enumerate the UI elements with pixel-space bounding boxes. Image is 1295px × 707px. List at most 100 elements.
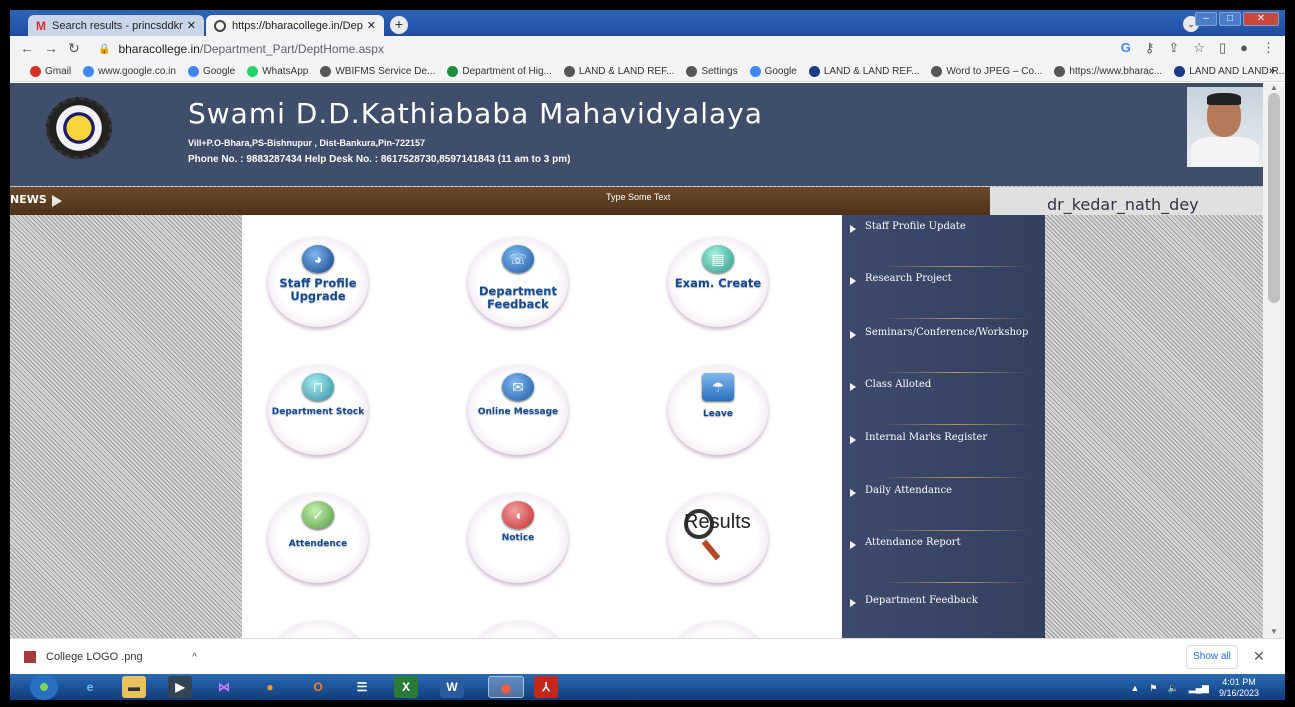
scrollbar-thumb[interactable] — [1268, 93, 1280, 303]
tile-label: Exam. Create — [674, 276, 762, 290]
tile-staff-profile-upgrade[interactable]: ◕ Staff Profile Upgrade — [268, 237, 368, 327]
chevron-up-icon[interactable]: ^ — [192, 652, 197, 663]
downloads-bar: College LOGO .png ^ Show all ✕ — [10, 638, 1285, 674]
menu-item[interactable]: Staff Profile Update — [842, 215, 1045, 267]
bookmark-item[interactable]: Gmail — [30, 66, 71, 77]
globe-icon — [214, 19, 226, 32]
menu-item[interactable]: Research Project — [842, 267, 1045, 319]
bookmark-label: Google — [202, 66, 236, 77]
bookmarks-overflow[interactable]: » — [1269, 65, 1275, 77]
menu-item[interactable]: Class Alloted — [842, 373, 1045, 425]
close-downloads-icon[interactable]: ✕ — [1253, 648, 1265, 665]
show-all-button[interactable]: Show all — [1186, 645, 1238, 669]
maximize-button[interactable]: □ — [1219, 12, 1241, 26]
internet-explorer-icon[interactable]: e — [78, 676, 102, 698]
tile-partial-2[interactable] — [468, 621, 568, 638]
tile-exam-create[interactable]: ▤ Exam. Create — [668, 237, 768, 327]
menu-item[interactable]: Department Feedback — [842, 589, 1045, 638]
tile-leave[interactable]: ☂ Leave — [668, 365, 768, 455]
tile-partial-3[interactable] — [668, 621, 768, 638]
tile-department-feedback[interactable]: ☏ Department Feedback — [468, 237, 568, 327]
star-icon[interactable]: ☆ — [1193, 40, 1205, 56]
minimize-button[interactable]: – — [1195, 12, 1217, 26]
taskbar: e ▬ ▶ ⋈ ● O ☰ X W ◉ ⅄ ▲ ⚑ 🔈 ▂▄▆ 4:01 PM … — [10, 674, 1285, 700]
side-panel-icon[interactable]: ▯ — [1219, 40, 1226, 56]
clock[interactable]: 4:01 PM 9/16/2023 — [1219, 677, 1259, 699]
reload-icon[interactable]: ↻ — [68, 40, 80, 57]
bookmark-item[interactable]: LAND & LAND REF... — [808, 66, 919, 77]
bookmark-item[interactable]: https://www.bharac... — [1054, 66, 1162, 77]
tile-attendence[interactable]: ✓ Attendence — [268, 493, 368, 583]
bookmark-item[interactable]: Google — [187, 66, 236, 77]
menu-arrow-icon — [850, 599, 856, 607]
bookmark-label: Google — [764, 66, 797, 77]
file-explorer-icon[interactable]: ▬ — [122, 676, 146, 698]
acrobat-icon[interactable]: ⅄ — [534, 676, 558, 698]
bookmark-item[interactable]: Google — [749, 66, 797, 77]
tile-label: Leave — [703, 409, 733, 419]
cloud-icon — [1174, 66, 1186, 77]
tab-bharacollege[interactable]: https://bharacollege.in/Departm ✕ — [206, 15, 384, 36]
share-icon[interactable]: ⇪ — [1168, 40, 1179, 56]
visual-studio-icon[interactable]: ⋈ — [212, 676, 236, 698]
bookmark-item[interactable]: Settings — [686, 66, 738, 77]
calculator-icon[interactable]: ☰ — [350, 676, 374, 698]
network-icon[interactable]: ▂▄▆ — [1189, 683, 1209, 694]
window-close-button[interactable]: ✕ — [1243, 12, 1279, 26]
college-name: Swami D.D.Kathiababa Mahavidyalaya — [188, 97, 763, 130]
menu-label: Daily Attendance — [865, 485, 952, 496]
close-icon[interactable]: ✕ — [187, 19, 196, 32]
tile-results[interactable]: Results — [668, 493, 768, 583]
page-scrollbar[interactable]: ▲ ▼ — [1263, 83, 1285, 638]
tile-department-stock[interactable]: ⊓ Department Stock — [268, 365, 368, 455]
tile-notice[interactable]: ◖ Notice — [468, 493, 568, 583]
firefox-icon[interactable]: ● — [258, 676, 282, 698]
excel-icon[interactable]: X — [394, 676, 418, 698]
menu-icon[interactable]: ⋮ — [1262, 40, 1275, 56]
bookmark-item[interactable]: WBIFMS Service De... — [320, 66, 435, 77]
bookmark-item[interactable]: LAND & LAND REF... — [563, 66, 674, 77]
google-icon — [749, 66, 761, 77]
back-icon[interactable]: ← — [20, 40, 34, 56]
volume-icon[interactable]: 🔈 — [1168, 683, 1179, 694]
close-icon[interactable]: ✕ — [367, 19, 376, 32]
chrome-icon[interactable]: ◉ — [488, 676, 524, 698]
menu-item[interactable]: Attendance Report — [842, 531, 1045, 583]
scroll-down-icon[interactable]: ▼ — [1270, 627, 1278, 636]
forward-icon[interactable]: → — [44, 40, 58, 56]
start-button[interactable] — [30, 674, 58, 700]
feedback-icon: ☏ — [502, 245, 534, 273]
menu-item[interactable]: Seminars/Conference/Workshop — [842, 321, 1045, 373]
scroll-up-icon[interactable]: ▲ — [1270, 83, 1278, 92]
college-logo — [46, 97, 112, 159]
bookmark-label: Settings — [701, 66, 738, 77]
bookmark-item[interactable]: Word to JPEG – Co... — [931, 66, 1042, 77]
tile-partial-1[interactable] — [268, 621, 368, 638]
opera-icon[interactable]: O — [306, 676, 330, 698]
download-item[interactable]: College LOGO .png ^ — [22, 645, 197, 669]
bookmark-item[interactable]: www.google.co.in — [83, 66, 176, 77]
menu-item[interactable]: Internal Marks Register — [842, 426, 1045, 478]
bookmark-item[interactable]: Department of Hig... — [447, 66, 552, 77]
tile-online-message[interactable]: ✉ Online Message — [468, 365, 568, 455]
clock-date: 9/16/2023 — [1218, 688, 1259, 698]
tile-label: Staff Profile Upgrade — [279, 276, 357, 304]
google-lens-icon[interactable]: G — [1121, 40, 1131, 56]
tab-search-results[interactable]: M Search results - princsddkm@gm ✕ — [28, 15, 204, 36]
media-player-icon[interactable]: ▶ — [168, 676, 192, 698]
results-magnifier-icon: Results — [678, 505, 758, 565]
profile-avatar-icon[interactable]: ● — [1240, 40, 1248, 56]
menu-item[interactable]: Daily Attendance — [842, 479, 1045, 531]
menu-separator — [882, 424, 1032, 425]
tray-arrow-icon[interactable]: ▲ — [1131, 683, 1140, 693]
address-bar[interactable]: 🔒 bharacollege.in/Department_Part/DeptHo… — [98, 39, 1088, 59]
word-icon[interactable]: W — [440, 676, 464, 698]
flag-icon[interactable]: ⚑ — [1149, 683, 1157, 694]
gear-icon — [686, 66, 698, 77]
menu-separator — [882, 318, 1032, 319]
menu-label: Internal Marks Register — [865, 432, 988, 443]
bookmark-item[interactable]: WhatsApp — [247, 66, 308, 77]
menu-arrow-icon — [850, 436, 856, 444]
new-tab-button[interactable]: + — [390, 16, 408, 34]
key-icon[interactable]: ⚷ — [1145, 40, 1155, 56]
